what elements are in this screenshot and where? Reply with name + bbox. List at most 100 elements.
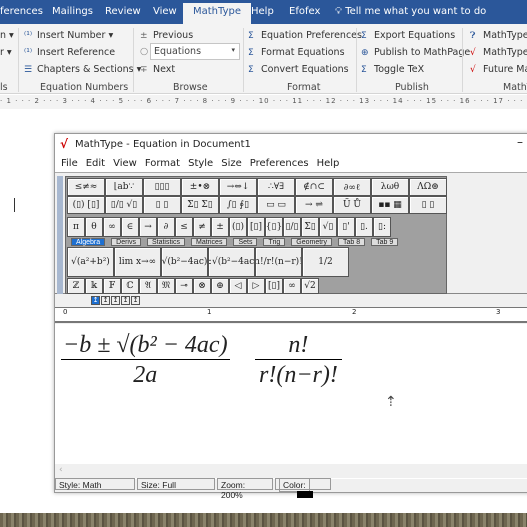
small-symbol-button-12[interactable]: ▯/▯ bbox=[283, 217, 301, 237]
menu-format[interactable]: Format bbox=[143, 155, 182, 172]
export-equations-button[interactable]: Σ Export Equations bbox=[361, 30, 455, 41]
expression-template-5[interactable]: 1/2 bbox=[302, 247, 349, 277]
symbol-palette-button-0[interactable]: ≤≠≈ bbox=[67, 178, 105, 196]
tab-stop-button-2[interactable]: ↥ bbox=[111, 296, 120, 305]
browse-type-dropdown[interactable]: Equations ▾ bbox=[150, 43, 240, 60]
template-palette-button-6[interactable]: → ⇌ bbox=[295, 196, 333, 214]
tab-help[interactable]: Help bbox=[251, 6, 274, 17]
bottom-symbol-button-11[interactable]: [▯] bbox=[265, 278, 283, 294]
template-palette-button-4[interactable]: ∫▯ ∮▯ bbox=[219, 196, 257, 214]
tab-stop-button-3[interactable]: ↥ bbox=[121, 296, 130, 305]
bottom-symbol-button-2[interactable]: 𝔽 bbox=[103, 278, 121, 294]
word-ruler[interactable]: · 1 · · · 2 · · · 3 · · · 4 · · · 5 · · … bbox=[0, 95, 527, 109]
bottom-symbol-button-8[interactable]: ⊕ bbox=[211, 278, 229, 294]
menu-edit[interactable]: Edit bbox=[84, 155, 107, 172]
template-palette-button-0[interactable]: (▯) [▯] bbox=[67, 196, 105, 214]
small-symbol-button-11[interactable]: {▯} bbox=[265, 217, 283, 237]
toolbar-grip[interactable] bbox=[57, 176, 63, 294]
bottom-symbol-button-13[interactable]: √2 bbox=[301, 278, 319, 294]
tab-mailings[interactable]: Mailings bbox=[52, 6, 93, 17]
palette-tab-8[interactable]: Tab 9 bbox=[371, 238, 399, 246]
symbol-palette-button-9[interactable]: ΛΩ⊛ bbox=[409, 178, 447, 196]
tab-view[interactable]: View bbox=[153, 6, 177, 17]
minimize-button[interactable]: – bbox=[517, 135, 523, 149]
expression-template-2[interactable]: √(b²−4ac) bbox=[161, 247, 208, 277]
mathtype-help-button[interactable]: ❓︎ MathType bbox=[470, 30, 527, 41]
menu-preferences[interactable]: Preferences bbox=[248, 155, 311, 172]
horizontal-scrollbar[interactable]: ‹ bbox=[55, 464, 527, 478]
publish-mathpage-button[interactable]: ⊕ Publish to MathPage bbox=[361, 47, 470, 58]
symbol-palette-button-6[interactable]: ∉∩⊂ bbox=[295, 178, 333, 196]
template-palette-button-5[interactable]: ▭ ▭ bbox=[257, 196, 295, 214]
bottom-symbol-button-9[interactable]: ◁ bbox=[229, 278, 247, 294]
bottom-symbol-button-4[interactable]: 𝔄 bbox=[139, 278, 157, 294]
template-palette-button-2[interactable]: ▯ ▯ bbox=[143, 196, 181, 214]
small-symbol-button-3[interactable]: ∈ bbox=[121, 217, 139, 237]
tab-stop-button-1[interactable]: ↥ bbox=[101, 296, 110, 305]
menu-size[interactable]: Size bbox=[219, 155, 244, 172]
small-symbol-button-9[interactable]: (▯) bbox=[229, 217, 247, 237]
expression-template-1[interactable]: lim x→∞ bbox=[114, 247, 161, 277]
tab-stop-button-0[interactable]: ↥ bbox=[91, 296, 100, 305]
bottom-symbol-button-6[interactable]: ⊸ bbox=[175, 278, 193, 294]
tab-mathtype[interactable]: MathType bbox=[183, 3, 251, 24]
small-symbol-button-13[interactable]: Σ▯ bbox=[301, 217, 319, 237]
menu-file[interactable]: File bbox=[59, 155, 80, 172]
ribbon-item-cut-2[interactable]: r ▾ bbox=[0, 47, 12, 58]
insert-reference-button[interactable]: ⁽¹⁾ Insert Reference bbox=[24, 47, 115, 58]
menu-view[interactable]: View bbox=[111, 155, 139, 172]
small-symbol-button-16[interactable]: ▯. bbox=[355, 217, 373, 237]
tab-references[interactable]: ferences bbox=[0, 6, 43, 17]
small-symbol-button-14[interactable]: √▯ bbox=[319, 217, 337, 237]
palette-tab-4[interactable]: Sets bbox=[233, 238, 258, 246]
symbol-palette-button-1[interactable]: ⌊ab∵ bbox=[105, 178, 143, 196]
tab-stop-button-4[interactable]: ↥ bbox=[131, 296, 140, 305]
small-symbol-button-15[interactable]: ▯' bbox=[337, 217, 355, 237]
convert-equations-button[interactable]: Σ Convert Equations bbox=[248, 64, 349, 75]
equation-editor-area[interactable]: −b ± √(b² − 4ac) 2a n! r!(n−r)! ⇡ bbox=[55, 324, 527, 479]
small-symbol-button-1[interactable]: θ bbox=[85, 217, 103, 237]
symbol-palette-button-2[interactable]: ▯▯▯ bbox=[143, 178, 181, 196]
mathtype-button[interactable]: √ MathType bbox=[470, 47, 527, 58]
template-palette-button-8[interactable]: ▪▪ ▦ bbox=[371, 196, 409, 214]
template-palette-button-3[interactable]: Σ▯ Σ▯ bbox=[181, 196, 219, 214]
palette-tab-5[interactable]: Trig bbox=[263, 238, 286, 246]
small-symbol-button-8[interactable]: ± bbox=[211, 217, 229, 237]
menu-style[interactable]: Style bbox=[186, 155, 215, 172]
bottom-symbol-button-10[interactable]: ▷ bbox=[247, 278, 265, 294]
bottom-symbol-button-0[interactable]: ℤ bbox=[67, 278, 85, 294]
small-symbol-button-10[interactable]: [▯] bbox=[247, 217, 265, 237]
previous-button[interactable]: ± Previous bbox=[140, 30, 193, 41]
future-mathtype-button[interactable]: √ Future Ma bbox=[470, 64, 527, 75]
palette-tab-6[interactable]: Geometry bbox=[291, 238, 332, 246]
expression-template-0[interactable]: √(a²+b²) bbox=[67, 247, 114, 277]
chapters-sections-button[interactable]: ☰ Chapters & Sections ▾ bbox=[24, 64, 141, 75]
tab-efofex[interactable]: Efofex bbox=[289, 6, 320, 17]
tab-review[interactable]: Review bbox=[105, 6, 141, 17]
title-bar[interactable]: √ MathType - Equation in Document1 – bbox=[55, 134, 527, 155]
small-symbol-button-0[interactable]: π bbox=[67, 217, 85, 237]
equation-preferences-button[interactable]: Σ Equation Preferences bbox=[248, 30, 362, 41]
palette-tab-0[interactable]: Algebra bbox=[71, 238, 106, 246]
small-symbol-button-6[interactable]: ≤ bbox=[175, 217, 193, 237]
next-button[interactable]: ∓ Next bbox=[140, 64, 175, 75]
toggle-tex-button[interactable]: Σ Toggle TeX bbox=[361, 64, 424, 75]
symbol-palette-button-5[interactable]: ∴∀∃ bbox=[257, 178, 295, 196]
tell-me-search[interactable]: 💡︎ Tell me what you want to do bbox=[335, 6, 486, 17]
bottom-symbol-button-3[interactable]: ℂ bbox=[121, 278, 139, 294]
template-palette-button-1[interactable]: ▯/▯ √▯ bbox=[105, 196, 143, 214]
expression-template-3[interactable]: (−b±√(b²−4ac))/2a bbox=[208, 247, 255, 277]
menu-help[interactable]: Help bbox=[315, 155, 342, 172]
palette-tab-3[interactable]: Matrices bbox=[191, 238, 228, 246]
small-symbol-button-4[interactable]: → bbox=[139, 217, 157, 237]
ribbon-item-cut-1[interactable]: n ▾ bbox=[0, 30, 14, 41]
template-palette-button-9[interactable]: ▯ ▯ bbox=[409, 196, 447, 214]
palette-tab-7[interactable]: Tab 8 bbox=[338, 238, 366, 246]
palette-tab-1[interactable]: Derivs bbox=[111, 238, 141, 246]
symbol-palette-button-8[interactable]: λωθ bbox=[371, 178, 409, 196]
symbol-palette-button-3[interactable]: ±•⊗ bbox=[181, 178, 219, 196]
small-symbol-button-7[interactable]: ≠ bbox=[193, 217, 211, 237]
palette-tab-2[interactable]: Statistics bbox=[146, 238, 185, 246]
bottom-symbol-button-12[interactable]: ∞ bbox=[283, 278, 301, 294]
symbol-palette-button-4[interactable]: →⇔↓ bbox=[219, 178, 257, 196]
